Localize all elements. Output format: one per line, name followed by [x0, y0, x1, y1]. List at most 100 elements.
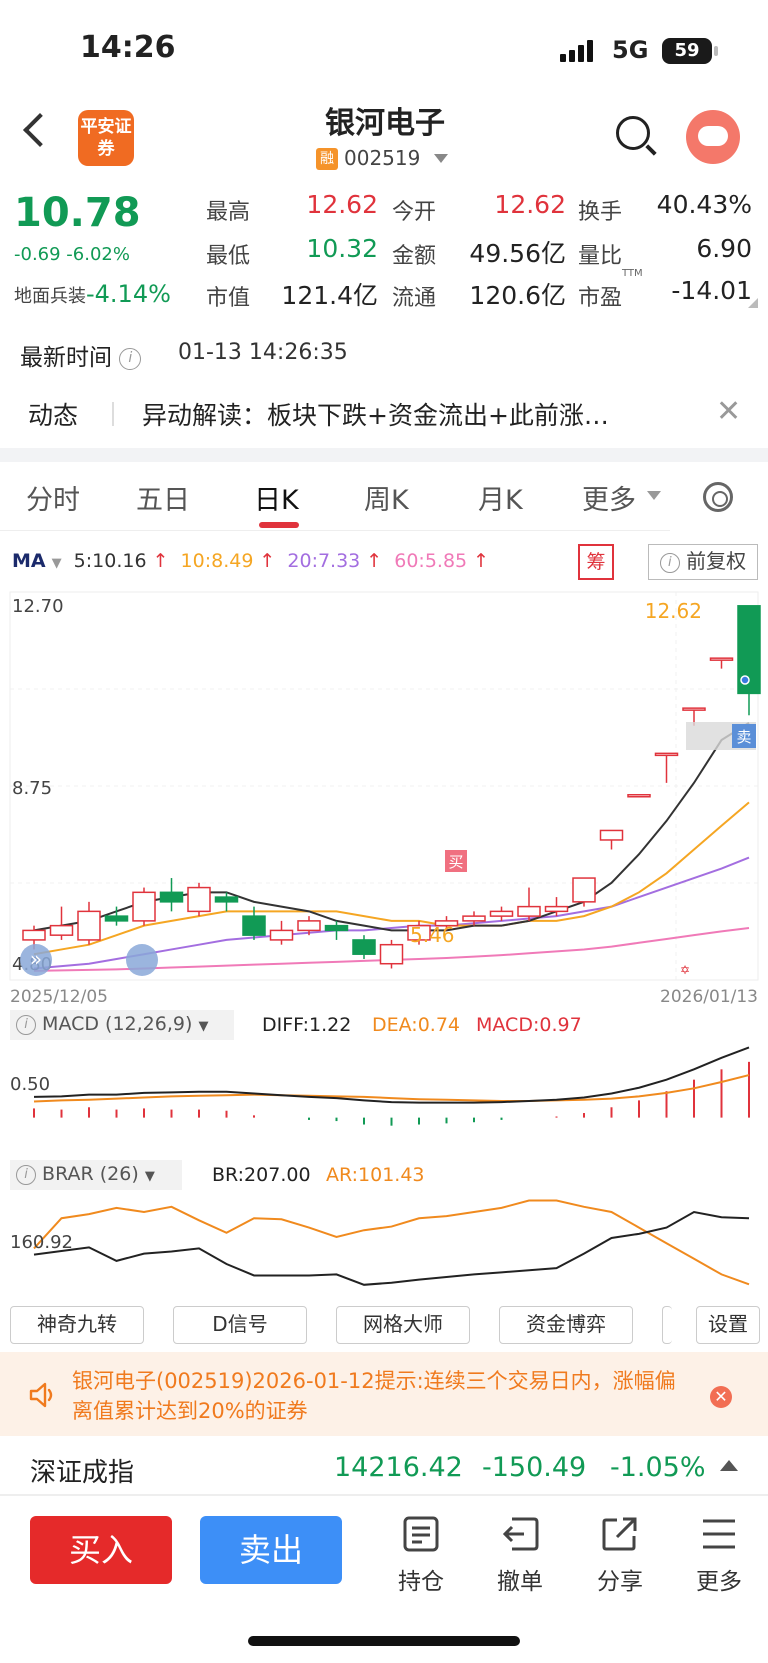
stock-charts[interactable]: 12.708.754.8012.625.46买卖»✡2025/12/052026… — [0, 590, 768, 1296]
macd-y-label: 0.50 — [10, 1074, 50, 1095]
candle-body — [544, 905, 569, 913]
search-icon[interactable] — [616, 116, 650, 150]
candle-body — [682, 707, 706, 711]
tab-weekly-k[interactable]: 周K — [364, 478, 409, 517]
home-indicator[interactable] — [248, 1636, 520, 1646]
caret-down-icon: ▼ — [51, 556, 62, 571]
candle-body — [104, 915, 129, 922]
ma-legend[interactable]: MA ▼ 5:10.16 ↑ 10:8.49 ↑ 20:7.33 ↑ 60:5.85 ↑ — [12, 550, 495, 572]
active-tab-indicator — [259, 522, 299, 528]
chevron-down-icon[interactable] — [647, 491, 661, 500]
quote-field-label: 金额 — [392, 244, 437, 269]
quote-field-label: 市盈 — [578, 286, 623, 311]
ar-value: AR:101.43 — [326, 1164, 425, 1186]
sector-change[interactable]: 地面兵装-4.14% — [14, 280, 171, 308]
tab-daily-k[interactable]: 日K — [254, 478, 299, 517]
assistant-avatar[interactable] — [686, 110, 740, 164]
menu-icon[interactable] — [700, 1516, 738, 1552]
tool-settings[interactable]: 设置 — [696, 1306, 760, 1344]
quote-field-value: 6.90 — [696, 234, 752, 263]
battery-icon: 59 — [662, 38, 718, 64]
diff-value: DIFF:1.22 — [262, 1014, 352, 1036]
br-value: BR:207.00 — [212, 1164, 311, 1186]
candle-body — [49, 924, 74, 936]
close-icon[interactable]: ✕ — [716, 394, 741, 429]
close-icon[interactable]: ✕ — [710, 1386, 732, 1408]
network-label: 5G — [612, 36, 649, 64]
alert-text: 银河电子(002519)2026-01-12提示:连续三个交易日内，涨幅偏离值累… — [72, 1369, 676, 1423]
tool-capital-game[interactable]: 资金博弈 — [499, 1306, 633, 1344]
chip-distribution-button[interactable]: 筹 — [578, 544, 614, 580]
quote-field-value: 49.56亿 — [469, 239, 566, 268]
index-name: 深证成指 — [30, 1458, 135, 1488]
candle-body — [187, 886, 211, 913]
quote-field-value: -14.01 — [671, 276, 752, 305]
ma10-value: 10:8.49 — [180, 550, 254, 572]
quote-field-label: 换手 — [578, 200, 623, 225]
ma10-line — [33, 801, 750, 956]
quote-field-label: 流通 — [392, 286, 437, 311]
info-icon: i — [659, 552, 680, 573]
adjust-mode-button[interactable]: i 前复权 — [648, 544, 758, 580]
tab-monthly-k[interactable]: 月K — [478, 478, 523, 517]
adjust-mode-label: 前复权 — [686, 549, 747, 573]
tab-more[interactable]: 更多 — [582, 478, 636, 517]
candle-body — [462, 915, 486, 922]
cancel-order-icon[interactable] — [502, 1516, 540, 1552]
corner-icon — [748, 298, 758, 308]
section-gap — [0, 448, 768, 462]
tool-d-signal[interactable]: D信号 — [173, 1306, 307, 1344]
chevron-down-icon[interactable] — [434, 154, 448, 163]
tool-nine-turns[interactable]: 神奇九转 — [10, 1306, 144, 1344]
macd-label: MACD (12,26,9) — [42, 1013, 193, 1035]
holdings-icon[interactable] — [402, 1516, 440, 1552]
brar-label: BRAR (26) — [42, 1163, 139, 1185]
holdings-label[interactable]: 持仓 — [391, 1562, 451, 1596]
current-price-dot — [740, 675, 750, 685]
tab-intraday[interactable]: 分时 — [26, 478, 80, 517]
br-line — [33, 1210, 750, 1286]
back-icon[interactable] — [23, 113, 57, 147]
arrow-up-icon: ↑ — [152, 550, 169, 572]
candle-body — [297, 920, 321, 932]
expand-up-icon[interactable] — [720, 1460, 738, 1471]
brar-selector[interactable]: i BRAR (26) ▼ — [10, 1160, 182, 1190]
news-tag: 动态 — [28, 401, 79, 430]
cancel-order-label[interactable]: 撤单 — [490, 1562, 550, 1596]
tool-grid-master[interactable]: 网格大师 — [336, 1306, 470, 1344]
buy-marker: 买 — [448, 853, 463, 871]
expand-left-glyph: » — [30, 947, 42, 971]
gear-icon[interactable] — [703, 482, 733, 512]
caret-down-icon: ▼ — [198, 1019, 209, 1034]
info-icon[interactable]: i — [119, 347, 142, 370]
dea-line — [33, 1074, 750, 1103]
stock-code[interactable]: 002519 — [344, 146, 420, 170]
candle-body — [242, 915, 266, 936]
share-label[interactable]: 分享 — [590, 1562, 650, 1596]
info-icon: i — [16, 1164, 36, 1185]
current-price: 10.78 — [14, 190, 141, 236]
candle-body — [489, 910, 514, 917]
sell-button[interactable]: 卖出 — [200, 1516, 342, 1584]
buy-button[interactable]: 买入 — [30, 1516, 172, 1584]
quote-field-value: 40.43% — [656, 190, 752, 219]
share-icon[interactable] — [601, 1516, 639, 1552]
news-headline[interactable]: 异动解读：板块下跌+资金流出+此前涨… — [142, 396, 682, 432]
tool-more-hidden[interactable] — [662, 1306, 672, 1344]
ma60-value: 60:5.85 — [394, 550, 468, 572]
candle-body — [572, 877, 596, 903]
y-axis-mid-label: 8.75 — [12, 778, 52, 799]
signal-icon — [560, 40, 596, 62]
index-value: 14216.42 — [334, 1452, 463, 1483]
diff-line — [33, 1046, 750, 1104]
sector-name: 地面兵装 — [14, 286, 86, 307]
quote-field-value: 12.62 — [306, 190, 378, 219]
more-label[interactable]: 更多 — [689, 1562, 749, 1596]
index-change: -150.49 — [482, 1452, 587, 1483]
sector-change-value: -4.14% — [86, 280, 171, 308]
price-change: -0.69 -6.02% — [14, 244, 130, 265]
sell-marker: 卖 — [736, 728, 751, 746]
candle-body — [627, 794, 651, 798]
tab-five-day[interactable]: 五日 — [136, 478, 190, 517]
macd-selector[interactable]: i MACD (12,26,9) ▼ — [10, 1010, 234, 1040]
